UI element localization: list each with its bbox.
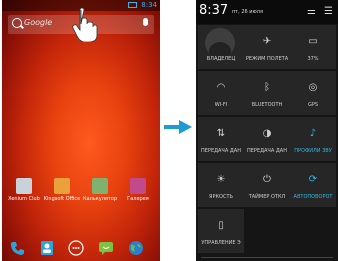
home-screen: 8:34 Google Xenium Club Kingsoft Office … bbox=[2, 0, 160, 261]
tile-label: WI-FI bbox=[214, 102, 228, 108]
status-time: 8:34 bbox=[141, 1, 157, 9]
bluetooth-icon: ᛒ bbox=[264, 82, 270, 93]
app-label: Калькулятор bbox=[82, 196, 118, 202]
tile-sound-profiles[interactable]: ♪ ПРОФИЛИ ЗВУ bbox=[290, 117, 336, 161]
tile-data-transfer-1[interactable]: ⇅ ПЕРЕДАЧА ДАН bbox=[198, 117, 244, 161]
timer-icon: ⏻ bbox=[263, 174, 271, 185]
contacts-icon[interactable] bbox=[39, 240, 55, 256]
wifi-icon: ◠ bbox=[216, 82, 226, 93]
microphone-icon[interactable] bbox=[143, 18, 148, 26]
settings-sliders-icon[interactable]: ⚌ bbox=[307, 6, 316, 17]
avatar-icon bbox=[205, 28, 235, 58]
all-apps-icon[interactable] bbox=[68, 240, 84, 256]
tile-wifi[interactable]: ◠ WI-FI bbox=[198, 71, 244, 115]
gps-icon: ◎ bbox=[308, 82, 318, 93]
battery-icon: ▭ bbox=[308, 36, 318, 47]
power-management-icon: ▯ bbox=[218, 220, 224, 231]
tile-battery[interactable]: ▭ 37% bbox=[290, 25, 336, 69]
brightness-icon: ☀ bbox=[216, 174, 226, 185]
tile-label: АВТОПОВОРОТ bbox=[293, 194, 333, 200]
phone-icon[interactable] bbox=[10, 240, 26, 256]
tile-shutdown-timer[interactable]: ⏻ ТАЙМЕР ОТКЛ bbox=[244, 163, 290, 207]
data-transfer-icon: ⇅ bbox=[216, 128, 226, 139]
gallery-icon bbox=[130, 178, 146, 194]
sound-profile-icon: ♪ bbox=[309, 128, 317, 139]
app-xenium-club[interactable]: Xenium Club bbox=[4, 178, 44, 202]
tile-owner[interactable]: ВЛАДЕЛЕЦ bbox=[198, 25, 244, 69]
tile-gps[interactable]: ◎ GPS bbox=[290, 71, 336, 115]
tile-label: ЯРКОСТЬ bbox=[209, 194, 233, 200]
tile-power-management[interactable]: ▯ УПРАВЛЕНИЕ Э bbox=[198, 209, 244, 253]
tile-label: УПРАВЛЕНИЕ Э bbox=[201, 240, 241, 246]
tile-brightness[interactable]: ☀ ЯРКОСТЬ bbox=[198, 163, 244, 207]
date: пт, 26 июля bbox=[232, 9, 263, 15]
tile-auto-rotate[interactable]: ⟳ АВТОПОВОРОТ bbox=[290, 163, 336, 207]
tile-data-transfer-2[interactable]: ◑ ПЕРЕДАЧА ДАН bbox=[244, 117, 290, 161]
app-gallery[interactable]: Галерея bbox=[118, 178, 158, 202]
airplane-icon: ✈ bbox=[262, 36, 272, 47]
app-label: Xenium Club bbox=[8, 196, 40, 202]
xenium-club-icon bbox=[16, 178, 32, 194]
browser-icon[interactable] bbox=[128, 240, 144, 256]
search-icon bbox=[12, 18, 22, 28]
tile-label: GPS bbox=[307, 102, 319, 108]
tile-label: РЕЖИМ ПОЛЕТА bbox=[245, 56, 289, 62]
tile-label: ВЛАДЕЛЕЦ bbox=[206, 56, 236, 62]
notification-header: 8:37 пт, 26 июля ⚌ ☰ bbox=[196, 0, 338, 24]
calculator-icon bbox=[92, 178, 108, 194]
list-icon[interactable]: ☰ bbox=[324, 6, 333, 17]
search-text: Google bbox=[24, 18, 53, 27]
kingsoft-office-icon bbox=[54, 178, 70, 194]
arrow-right-icon bbox=[164, 120, 192, 134]
tile-airplane-mode[interactable]: ✈ РЕЖИМ ПОЛЕТА bbox=[244, 25, 290, 69]
battery-icon bbox=[128, 2, 138, 8]
tile-label: ТАЙМЕР ОТКЛ bbox=[248, 194, 286, 200]
app-kingsoft-office[interactable]: Kingsoft Office bbox=[42, 178, 82, 202]
quick-settings-screen: 8:37 пт, 26 июля ⚌ ☰ ВЛАДЕЛЕЦ ✈ РЕЖИМ ПО… bbox=[196, 0, 338, 261]
contrast-icon: ◑ bbox=[262, 128, 272, 139]
tile-label: ПЕРЕДАЧА ДАН bbox=[247, 148, 287, 154]
dock bbox=[2, 234, 160, 261]
tile-label: BLUETOOTH bbox=[251, 102, 283, 108]
tile-bluetooth[interactable]: ᛒ BLUETOOTH bbox=[244, 71, 290, 115]
tile-label: 37% bbox=[307, 56, 319, 62]
app-calculator[interactable]: Калькулятор bbox=[80, 178, 120, 202]
messaging-icon[interactable] bbox=[98, 240, 114, 256]
tile-label: ПРОФИЛИ ЗВУ bbox=[294, 148, 332, 154]
app-label: Kingsoft Office bbox=[43, 196, 81, 202]
auto-rotate-icon: ⟳ bbox=[308, 174, 318, 185]
hand-pointer-icon bbox=[72, 8, 98, 42]
divider bbox=[201, 257, 333, 258]
app-label: Галерея bbox=[127, 196, 149, 202]
tile-label: ПЕРЕДАЧА ДАН bbox=[201, 148, 241, 154]
clock: 8:37 bbox=[199, 3, 229, 18]
